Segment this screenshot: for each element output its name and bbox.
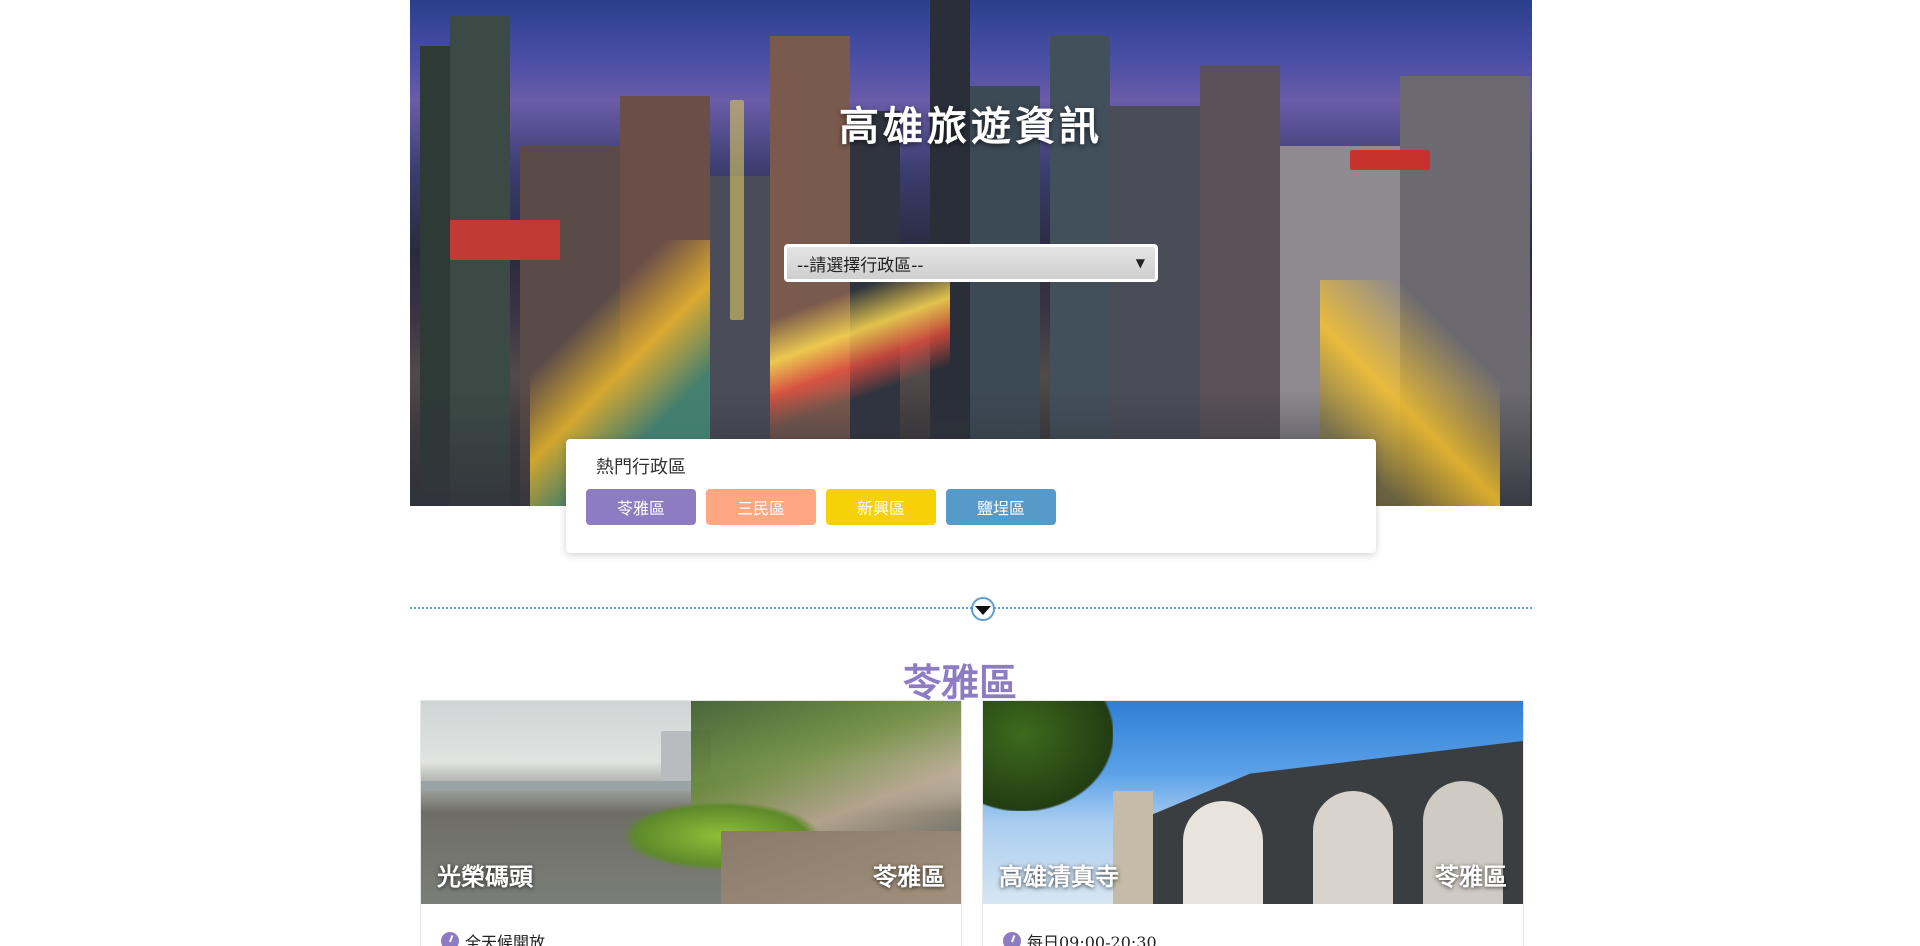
attraction-card[interactable]: 光榮碼頭 苓雅區 全天候開放: [420, 700, 962, 946]
district-button-sanmin[interactable]: 三民區: [706, 489, 816, 525]
attraction-name: 光榮碼頭: [437, 863, 533, 891]
clock-icon: [1003, 932, 1021, 946]
clock-icon: [441, 932, 459, 946]
attraction-district: 苓雅區: [1435, 863, 1507, 891]
hero-banner: 高雄旅遊資訊 --請選擇行政區-- ▼: [410, 0, 1532, 506]
attraction-name: 高雄清真寺: [999, 863, 1119, 891]
attraction-card[interactable]: 高雄清真寺 苓雅區 每日09:00-20:30: [982, 700, 1524, 946]
attraction-hours-text: 每日09:00-20:30: [1027, 933, 1157, 946]
district-button-lingya[interactable]: 苓雅區: [586, 489, 696, 525]
district-select[interactable]: --請選擇行政區-- ▼: [784, 244, 1158, 282]
district-section-title: 苓雅區: [902, 660, 1017, 705]
district-select-value: --請選擇行政區--: [797, 255, 924, 276]
page-title: 高雄旅遊資訊: [839, 103, 1103, 150]
chevron-down-icon: ▼: [1135, 256, 1145, 270]
attraction-hours: 全天候開放: [441, 929, 545, 946]
scroll-down-button[interactable]: [971, 597, 995, 621]
attraction-hours: 每日09:00-20:30: [1003, 929, 1157, 946]
district-button-yancheng[interactable]: 鹽埕區: [946, 489, 1056, 525]
attraction-district: 苓雅區: [873, 863, 945, 891]
district-button-xinxing[interactable]: 新興區: [826, 489, 936, 525]
popular-districts-panel: 熱門行政區 苓雅區 三民區 新興區 鹽埕區: [566, 439, 1376, 553]
attraction-hours-text: 全天候開放: [465, 933, 546, 946]
arrow-down-icon: [975, 606, 991, 615]
attraction-photo: 高雄清真寺 苓雅區: [983, 701, 1523, 904]
popular-districts-list: 苓雅區 三民區 新興區 鹽埕區: [586, 489, 1056, 525]
popular-districts-title: 熱門行政區: [596, 457, 686, 478]
attraction-photo: 光榮碼頭 苓雅區: [421, 701, 961, 904]
